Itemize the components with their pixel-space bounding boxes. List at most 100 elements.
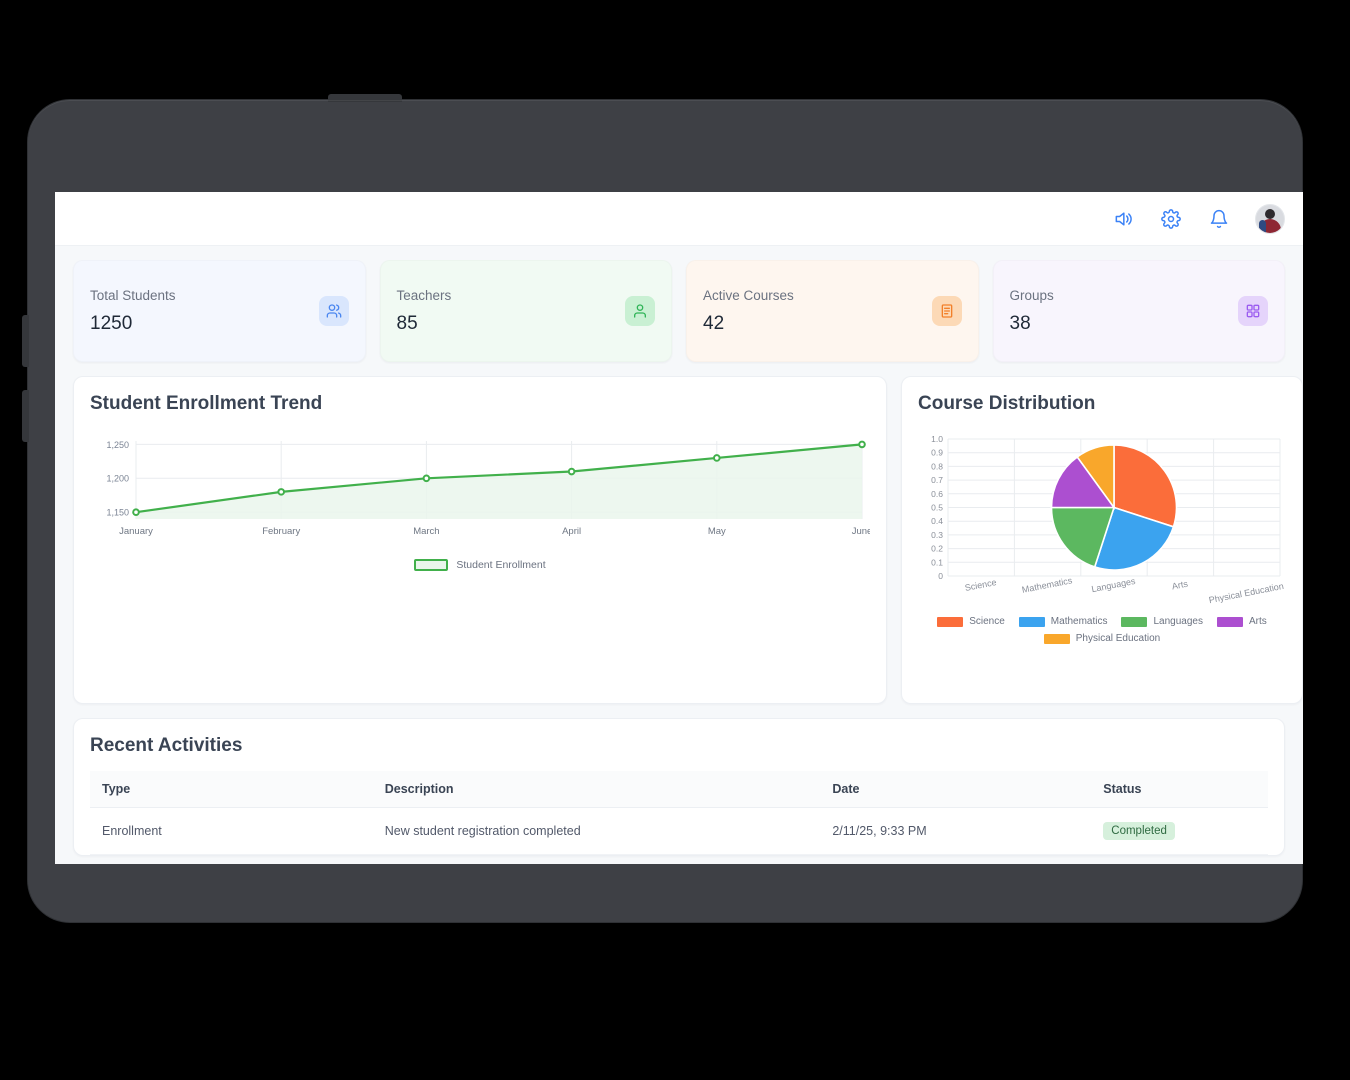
svg-text:Mathematics: Mathematics bbox=[1021, 575, 1073, 595]
legend-label: Mathematics bbox=[1050, 616, 1108, 627]
stat-card-value: 1250 bbox=[90, 312, 133, 334]
stat-card-value: 42 bbox=[703, 312, 725, 334]
stat-card-label: Total Students bbox=[90, 287, 176, 303]
legend-swatch bbox=[1216, 616, 1243, 627]
tablet-screen: Total Students 1250 Teachers 85 Active C… bbox=[55, 192, 1303, 864]
device-volume-up-button[interactable] bbox=[22, 315, 29, 367]
status-badge: Completed bbox=[1103, 822, 1175, 840]
stat-card-total-students[interactable]: Total Students 1250 bbox=[73, 260, 366, 362]
legend-swatch-student-enrollment bbox=[414, 559, 449, 571]
avatar-head bbox=[1265, 208, 1275, 219]
volume-icon[interactable] bbox=[1111, 207, 1135, 231]
course-distribution-panel: Course Distribution 0 0.1 0.2 0.3 0.4 0.5 0.6 0… bbox=[901, 376, 1303, 704]
activities-table: Type Description Date Status Enrollment N… bbox=[90, 771, 1268, 855]
activities-table-body: Enrollment New student registration compl… bbox=[90, 807, 1268, 855]
svg-text:Arts: Arts bbox=[1171, 579, 1189, 592]
stat-card-label: Groups bbox=[1009, 287, 1054, 303]
activities-table-head: Type Description Date Status bbox=[90, 771, 1268, 808]
dashboard-content: Total Students 1250 Teachers 85 Active C… bbox=[55, 246, 1303, 856]
legend-label: Languages bbox=[1153, 616, 1203, 627]
stat-card-label: Active Courses bbox=[703, 287, 794, 303]
svg-text:March: March bbox=[413, 526, 439, 537]
user-icon bbox=[625, 296, 655, 326]
svg-text:Physical Education: Physical Education bbox=[1208, 581, 1285, 605]
svg-text:0.4: 0.4 bbox=[931, 516, 943, 526]
users-icon bbox=[318, 296, 349, 326]
pie-chart-legend: Science Mathematics Languages Arts Physical … bbox=[918, 616, 1286, 644]
stat-card-value: 38 bbox=[1009, 312, 1031, 334]
svg-text:1,200: 1,200 bbox=[106, 474, 129, 484]
legend-item-science[interactable]: Science bbox=[937, 616, 1005, 627]
book-icon bbox=[931, 296, 962, 326]
panel-title: Student Enrollment Trend bbox=[90, 393, 323, 414]
svg-text:0.5: 0.5 bbox=[931, 503, 943, 513]
stat-card-text: Teachers 85 bbox=[397, 288, 452, 335]
stat-card-text: Total Students 1250 bbox=[90, 288, 176, 335]
legend-swatch bbox=[1018, 616, 1045, 627]
column-header-date[interactable]: Date bbox=[820, 771, 1092, 808]
activities-title: Recent Activities bbox=[90, 735, 243, 756]
legend-label-student-enrollment: Student Enrollment bbox=[456, 559, 546, 571]
svg-text:0.3: 0.3 bbox=[931, 530, 943, 540]
stat-card-groups[interactable]: Groups 38 bbox=[992, 260, 1285, 362]
svg-text:0.7: 0.7 bbox=[931, 475, 943, 485]
svg-text:June: June bbox=[852, 526, 870, 537]
svg-text:1,150: 1,150 bbox=[106, 508, 129, 518]
gear-icon[interactable] bbox=[1159, 207, 1183, 231]
stat-card-text: Groups 38 bbox=[1010, 288, 1054, 335]
course-distribution-chart[interactable]: 0 0.1 0.2 0.3 0.4 0.5 0.6 0.7 0.8 0.9 1.0 Science Ma… bbox=[918, 433, 1286, 608]
svg-text:0.8: 0.8 bbox=[931, 461, 943, 471]
stat-card-active-courses[interactable]: Active Courses 42 bbox=[686, 260, 979, 362]
svg-text:0.9: 0.9 bbox=[931, 448, 943, 458]
line-chart-legend[interactable]: Student Enrollment bbox=[90, 559, 870, 571]
legend-item-physical-education[interactable]: Physical Education bbox=[928, 633, 1276, 644]
student-enrollment-trend-panel: Student Enrollment Trend 1,150 1,200 1,250… bbox=[73, 376, 887, 704]
svg-text:April: April bbox=[562, 526, 581, 537]
cell-date: 2/11/25, 9:33 PM bbox=[820, 807, 1092, 855]
tablet-device-frame: Total Students 1250 Teachers 85 Active C… bbox=[22, 94, 1303, 922]
cell-status: Completed bbox=[1091, 807, 1268, 855]
svg-text:Science: Science bbox=[964, 577, 997, 593]
legend-item-languages[interactable]: Languages bbox=[1121, 616, 1203, 627]
line-chart-svg: 1,150 1,200 1,250 January February March April… bbox=[106, 440, 870, 537]
svg-text:January: January bbox=[119, 526, 153, 537]
stat-card-teachers[interactable]: Teachers 85 bbox=[379, 260, 672, 362]
svg-text:0.1: 0.1 bbox=[931, 557, 943, 567]
cell-type: Enrollment bbox=[90, 807, 373, 855]
legend-label: Physical Education bbox=[1075, 633, 1161, 644]
panel-title: Course Distribution bbox=[918, 393, 1096, 414]
stat-card-label: Teachers bbox=[396, 287, 452, 303]
svg-text:0.6: 0.6 bbox=[931, 489, 943, 499]
legend-label: Science bbox=[969, 616, 1005, 627]
legend-swatch bbox=[937, 616, 964, 627]
bell-icon[interactable] bbox=[1207, 207, 1231, 231]
table-row[interactable]: Enrollment New student registration compl… bbox=[90, 807, 1268, 855]
column-header-status[interactable]: Status bbox=[1091, 771, 1268, 808]
svg-text:0: 0 bbox=[938, 571, 943, 581]
legend-swatch bbox=[1043, 633, 1070, 644]
svg-text:1,250: 1,250 bbox=[106, 440, 129, 450]
svg-text:February: February bbox=[262, 526, 300, 537]
device-power-button[interactable] bbox=[328, 94, 402, 102]
pie-chart-svg: 0 0.1 0.2 0.3 0.4 0.5 0.6 0.7 0.8 0.9 1.0 Science Ma… bbox=[931, 434, 1285, 605]
avatar[interactable] bbox=[1255, 203, 1285, 234]
svg-text:1.0: 1.0 bbox=[931, 434, 943, 444]
recent-activities-panel: Recent Activities Type Description Date … bbox=[73, 718, 1285, 856]
legend-swatch bbox=[1121, 616, 1148, 627]
svg-text:Languages: Languages bbox=[1091, 576, 1137, 594]
stat-card-text: Active Courses 42 bbox=[703, 288, 794, 335]
student-enrollment-chart[interactable]: 1,150 1,200 1,250 January February March April… bbox=[90, 433, 870, 545]
avatar-arm bbox=[1259, 219, 1266, 233]
table-header-row: Type Description Date Status bbox=[90, 771, 1268, 808]
stat-card-value: 85 bbox=[396, 312, 418, 334]
column-header-type[interactable]: Type bbox=[90, 771, 373, 808]
grid-icon bbox=[1238, 296, 1268, 326]
svg-text:May: May bbox=[708, 526, 726, 537]
device-volume-down-button[interactable] bbox=[22, 390, 29, 442]
cell-description: New student registration completed bbox=[372, 807, 821, 855]
charts-row: Student Enrollment Trend 1,150 1,200 1,250… bbox=[73, 376, 1303, 704]
column-header-description[interactable]: Description bbox=[372, 771, 821, 808]
legend-item-mathematics[interactable]: Mathematics bbox=[1018, 616, 1108, 627]
app-header bbox=[55, 192, 1303, 246]
legend-item-arts[interactable]: Arts bbox=[1216, 616, 1267, 627]
